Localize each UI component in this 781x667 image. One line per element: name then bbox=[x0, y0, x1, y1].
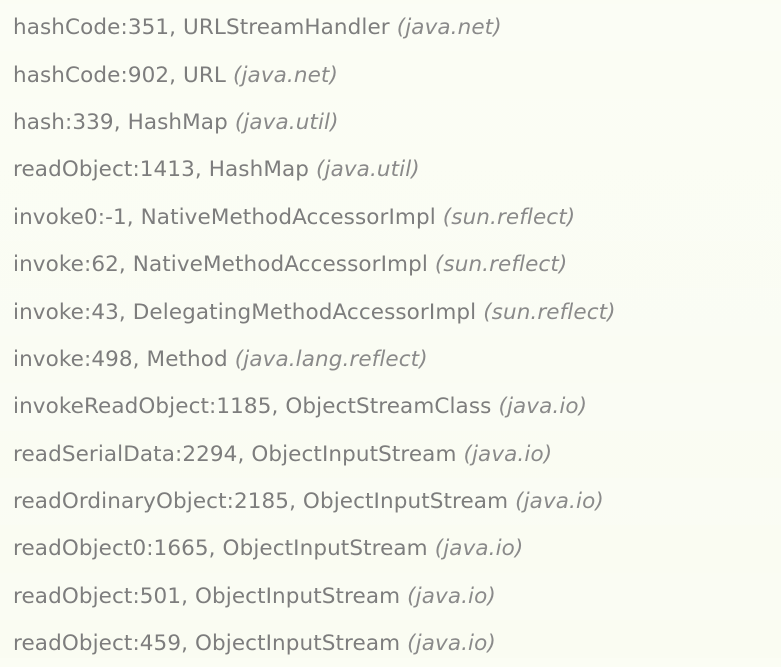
stack-frame-row[interactable]: readObject:1413, HashMap (java.util) bbox=[0, 146, 781, 193]
stack-frame-row[interactable]: invoke:498, Method (java.lang.reflect) bbox=[0, 336, 781, 383]
frame-package: (sun.reflect) bbox=[483, 299, 616, 325]
stack-frame-row[interactable]: readObject:459, ObjectInputStream (java.… bbox=[0, 620, 781, 667]
frame-method-location: invoke:43, DelegatingMethodAccessorImpl bbox=[13, 299, 477, 325]
stack-frame-row[interactable]: readSerialData:2294, ObjectInputStream (… bbox=[0, 431, 781, 478]
frame-package: (java.net) bbox=[232, 62, 338, 88]
frame-package: (java.util) bbox=[234, 109, 339, 135]
stack-frame-row[interactable]: invoke:62, NativeMethodAccessorImpl (sun… bbox=[0, 241, 781, 288]
stack-frame-row[interactable]: readOrdinaryObject:2185, ObjectInputStre… bbox=[0, 477, 781, 526]
frame-method-location: readObject:1413, HashMap bbox=[13, 157, 310, 183]
stack-frame-row[interactable]: hashCode:351, URLStreamHandler (java.net… bbox=[0, 4, 781, 52]
frame-method-location: hash:339, HashMap bbox=[13, 109, 228, 135]
frame-package: (java.util) bbox=[316, 157, 420, 183]
frame-package: (java.io) bbox=[498, 394, 588, 420]
frame-method-location: readObject0:1665, ObjectInputStream bbox=[13, 536, 428, 562]
frame-package: (java.io) bbox=[515, 489, 604, 515]
stack-frame-row[interactable]: invokeReadObject:1185, ObjectStreamClass… bbox=[0, 383, 781, 431]
frame-method-location: hashCode:351, URLStreamHandler bbox=[13, 15, 390, 41]
call-stack-frames-list: hashCode:351, URLStreamHandler (java.net… bbox=[0, 0, 781, 658]
stack-frame-row[interactable]: readObject:501, ObjectInputStream (java.… bbox=[0, 572, 781, 621]
frame-method-location: invoke0:-1, NativeMethodAccessorImpl bbox=[13, 204, 436, 230]
frame-method-location: readOrdinaryObject:2185, ObjectInputStre… bbox=[13, 489, 509, 515]
stack-frame-row[interactable]: readObject0:1665, ObjectInputStream (jav… bbox=[0, 525, 781, 572]
frame-package: (sun.reflect) bbox=[434, 252, 568, 278]
frame-package: (java.io) bbox=[407, 631, 496, 657]
frame-package: (java.net) bbox=[396, 15, 502, 41]
frame-package: (java.lang.reflect) bbox=[234, 346, 428, 372]
frame-package: (java.io) bbox=[463, 441, 553, 467]
frame-method-location: readObject:459, ObjectInputStream bbox=[13, 631, 401, 657]
frame-package: (sun.reflect) bbox=[442, 204, 576, 230]
frame-method-location: hashCode:902, URL bbox=[13, 62, 226, 88]
frame-method-location: readSerialData:2294, ObjectInputStream bbox=[13, 441, 457, 467]
stack-frame-row[interactable]: hash:339, HashMap (java.util) bbox=[0, 98, 781, 147]
frame-method-location: invoke:498, Method bbox=[13, 346, 228, 372]
frame-method-location: invokeReadObject:1185, ObjectStreamClass bbox=[13, 394, 492, 420]
frame-package: (java.io) bbox=[407, 583, 496, 609]
stack-frame-row[interactable]: invoke:43, DelegatingMethodAccessorImpl … bbox=[0, 288, 781, 336]
frame-method-location: readObject:501, ObjectInputStream bbox=[13, 583, 401, 609]
stack-frame-row[interactable]: hashCode:902, URL (java.net) bbox=[0, 51, 781, 98]
stack-frame-row[interactable]: invoke0:-1, NativeMethodAccessorImpl (su… bbox=[0, 193, 781, 241]
frame-package: (java.io) bbox=[434, 536, 524, 562]
frame-method-location: invoke:62, NativeMethodAccessorImpl bbox=[13, 252, 428, 278]
